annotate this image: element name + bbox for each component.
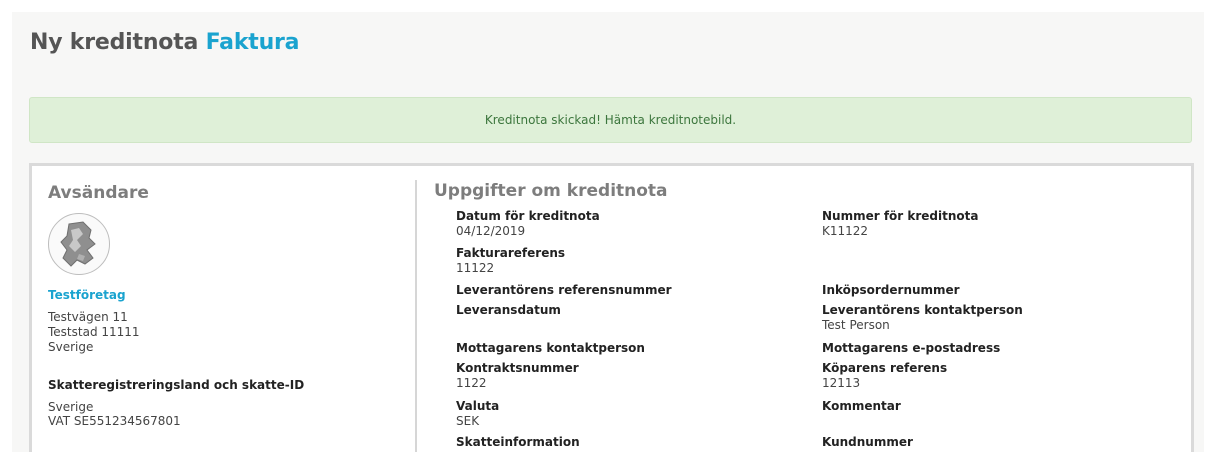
field-label-comment: Kommentar [822, 399, 901, 413]
field-value-invoice-reference: 11122 [456, 261, 495, 275]
field-label-customer-number: Kundnummer [822, 435, 913, 449]
page: Ny kreditnota Faktura Kreditnota skickad… [0, 0, 1206, 452]
field-label-credit-note-number: Nummer för kreditnota [822, 209, 979, 223]
sender-tax-country: Sverige [48, 400, 94, 414]
success-alert-message: Kreditnota skickad! Hämta kreditnotebild… [484, 113, 737, 127]
field-label-tax-information: Skatteinformation [456, 435, 580, 449]
sender-company-name[interactable]: Testföretag [48, 288, 126, 302]
field-label-credit-note-date: Datum för kreditnota [456, 209, 600, 223]
field-value-buyer-reference: 12113 [822, 376, 861, 390]
sender-tax-id: VAT SE551234567801 [48, 414, 181, 428]
field-label-buyer-reference: Köparens referens [822, 361, 948, 375]
column-divider [415, 180, 417, 452]
field-label-supplier-reference-number: Leverantörens referensnummer [456, 283, 672, 297]
sender-heading: Avsändare [48, 183, 149, 203]
field-label-recipient-contact-person: Mottagarens kontaktperson [456, 341, 645, 355]
field-value-credit-note-date: 04/12/2019 [456, 224, 526, 238]
field-label-invoice-reference: Fakturareferens [456, 246, 566, 260]
page-title-accent: Faktura [205, 30, 300, 55]
field-label-delivery-date: Leveransdatum [456, 303, 561, 317]
details-heading: Uppgifter om kreditnota [434, 181, 668, 201]
sender-address-line1: Testvägen 11 [48, 310, 128, 324]
field-label-contract-number: Kontraktsnummer [456, 361, 579, 375]
field-value-currency: SEK [456, 414, 480, 428]
sender-address-line2: Teststad 11111 [48, 325, 140, 339]
page-title-prefix: Ny kreditnota [30, 30, 199, 55]
field-label-recipient-email: Mottagarens e-postadress [822, 341, 1001, 355]
page-title: Ny kreditnota Faktura [30, 30, 300, 55]
field-label-currency: Valuta [456, 399, 500, 413]
sender-tax-heading: Skatteregistreringsland och skatte-ID [48, 378, 305, 392]
company-logo [48, 213, 110, 275]
field-value-supplier-contact-person: Test Person [822, 318, 890, 332]
field-value-contract-number: 1122 [456, 376, 487, 390]
company-logo-image [60, 221, 96, 267]
sender-country: Sverige [48, 340, 94, 354]
field-label-purchase-order-number: Inköpsordernummer [822, 283, 960, 297]
field-value-credit-note-number: K11122 [822, 224, 869, 238]
field-label-supplier-contact-person: Leverantörens kontaktperson [822, 303, 1023, 317]
success-alert: Kreditnota skickad! Hämta kreditnotebild… [29, 97, 1192, 143]
